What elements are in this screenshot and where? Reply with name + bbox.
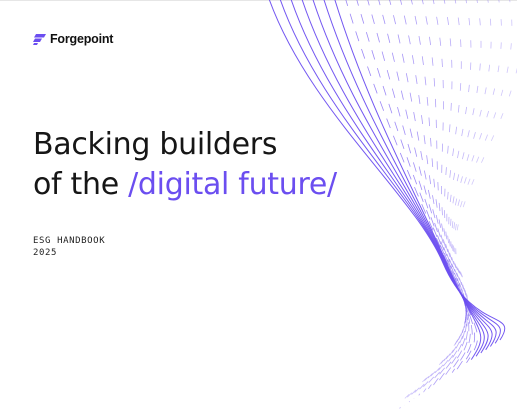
document-label-block: ESG HANDBOOK 2025 <box>33 235 105 259</box>
forgepoint-slash-mark-icon <box>33 33 46 45</box>
document-year: 2025 <box>33 248 58 258</box>
cover-title: Backing builders of the /digital future/ <box>33 125 337 205</box>
wave-line-21 <box>403 0 492 406</box>
wave-line-9 <box>356 0 475 367</box>
cover-page: Forgepoint Backing builders of the /digi… <box>0 0 517 409</box>
wave-line-6 <box>323 0 485 357</box>
wave-line-5 <box>312 0 489 354</box>
wave-line-7 <box>334 0 482 360</box>
wave-line-12 <box>389 0 470 377</box>
title-accent: /digital future/ <box>128 167 337 202</box>
wave-line-10 <box>367 0 473 370</box>
brand-name: Forgepoint <box>50 32 114 46</box>
title-line-1: Backing builders <box>33 127 278 162</box>
wave-line-20 <box>408 0 482 403</box>
wave-line-15 <box>421 0 467 386</box>
wave-line-16 <box>427 0 467 390</box>
wave-line-14 <box>410 0 468 383</box>
wave-line-8 <box>345 0 478 364</box>
wave-line-24 <box>394 67 517 409</box>
document-label: ESG HANDBOOK <box>33 236 106 246</box>
forgepoint-logo: Forgepoint <box>33 32 113 46</box>
title-line-2-prefix: of the <box>33 167 129 202</box>
